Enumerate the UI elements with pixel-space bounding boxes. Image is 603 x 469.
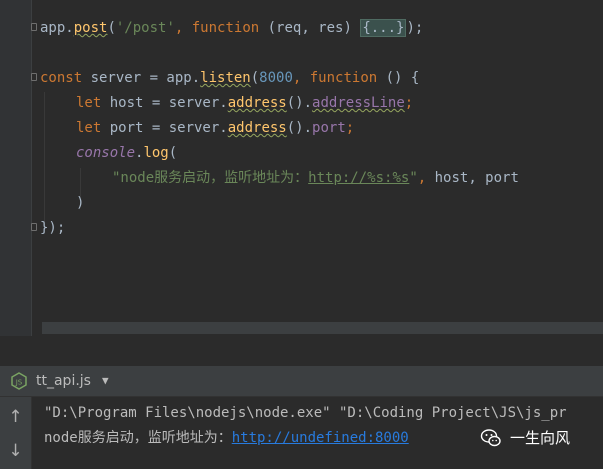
code-token: , (174, 20, 192, 36)
chevron-down-icon[interactable]: ▼ (102, 374, 109, 388)
console-output-line: node服务启动，监听地址为：http://undefined:8000 (44, 429, 409, 447)
code-token: }); (40, 220, 66, 236)
code-token: (). (286, 120, 313, 136)
code-token: log (143, 145, 169, 161)
arrow-down-icon[interactable]: ↓ (0, 439, 31, 463)
fold-marker-post[interactable] (31, 23, 37, 31)
code-token: host, port (434, 170, 519, 186)
code-token: , (292, 70, 310, 86)
horizontal-scrollbar[interactable] (42, 322, 603, 334)
editor-gutter (0, 0, 31, 336)
code-token: "node服务启动，监听地址为： (112, 170, 309, 186)
code-token: function (309, 70, 386, 86)
fold-marker-listen[interactable] (31, 73, 37, 81)
indent-guide (44, 92, 45, 222)
fold-marker-listen-end[interactable] (31, 223, 37, 231)
code-token: 8000 (259, 70, 293, 86)
console-output-text: node服务启动，监听地址为： (44, 430, 232, 446)
wechat-icon (480, 429, 501, 447)
code-token: port = server. (109, 120, 228, 136)
nodejs-icon: JS (11, 372, 27, 390)
code-token: ( (107, 20, 116, 36)
gutter-divider (31, 0, 32, 336)
code-token: (). (286, 95, 313, 111)
console-command-line: "D:\Program Files\nodejs\node.exe" "D:\C… (44, 405, 567, 421)
code-line-6[interactable]: console.log( (76, 144, 177, 162)
code-token: ; (345, 120, 355, 136)
code-token: const (40, 70, 91, 86)
code-token: ) (76, 195, 85, 211)
run-toolbar: ↑ ↓ (0, 397, 32, 469)
code-token: http://%s:%s (308, 170, 410, 186)
code-token: (req, res) (267, 20, 361, 36)
svg-text:JS: JS (15, 379, 23, 387)
code-line-8[interactable]: ) (76, 194, 84, 212)
run-panel-header: JS tt_api.js ▼ (0, 366, 603, 397)
panel-divider[interactable] (0, 336, 603, 366)
code-token: server = app. (90, 70, 201, 86)
run-tab-label[interactable]: tt_api.js (36, 372, 91, 390)
console-url-link[interactable]: http://undefined:8000 (232, 430, 409, 446)
code-line-4[interactable]: let host = server.address().addressLine; (76, 94, 413, 112)
code-token: host = server. (109, 95, 228, 111)
code-token: () { (385, 70, 420, 86)
code-token: let (76, 120, 110, 136)
code-token: , (417, 170, 435, 186)
code-token: ; (404, 95, 414, 111)
code-line-1[interactable]: app.post('/post', function (req, res) {.… (40, 19, 423, 37)
code-token: ( (168, 145, 178, 161)
code-token: ( (250, 70, 260, 86)
code-token: addressLine (312, 95, 405, 111)
code-token: '/post' (115, 20, 175, 36)
code-token: ); (406, 20, 424, 36)
code-token: console (76, 145, 136, 161)
code-line-5[interactable]: let port = server.address().port; (76, 119, 354, 137)
code-token: {...} (360, 19, 407, 37)
code-editor[interactable]: app.post('/post', function (req, res) {.… (0, 0, 603, 336)
code-token: address (227, 120, 287, 136)
code-token: function (191, 20, 268, 36)
code-line-3[interactable]: const server = app.listen(8000, function… (40, 69, 419, 87)
code-token: listen (200, 70, 251, 86)
code-token: app. (40, 20, 74, 36)
watermark-text: 一生向风 (510, 429, 571, 447)
code-token: port (312, 120, 346, 136)
code-line-7[interactable]: "node服务启动，监听地址为：http://%s:%s", host, por… (112, 169, 519, 187)
code-line-9[interactable]: }); (40, 219, 65, 237)
code-token: post (73, 20, 108, 36)
code-token: let (76, 95, 110, 111)
arrow-up-icon[interactable]: ↑ (0, 405, 31, 429)
code-token: address (227, 95, 287, 111)
code-token: " (409, 170, 418, 186)
